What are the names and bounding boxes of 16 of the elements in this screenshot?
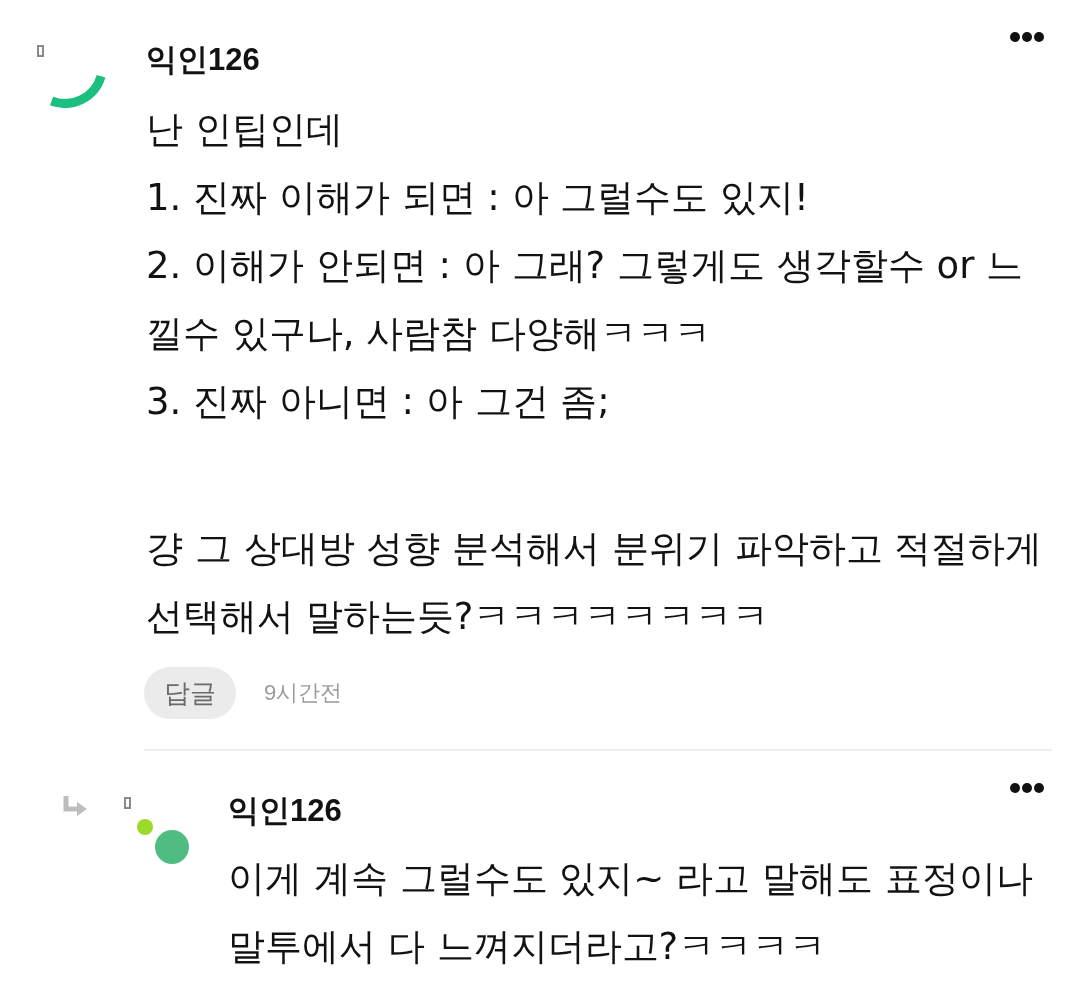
reply-arrow-icon (62, 794, 88, 819)
comment-text: 3. 진짜 아니면 : 아 그건 좀; (146, 379, 611, 425)
timestamp: 9시간전 (264, 679, 343, 707)
glyph-box-icon (37, 45, 44, 57)
glyph-box-icon (124, 797, 131, 809)
comment-text: 이게 계속 그럴수도 있지~ 라고 말해도 표정이나 말투에서 다 느껴지더라고?ㅋㅋㅋㅋ (228, 856, 1034, 970)
avatar-circles-icon (137, 819, 189, 864)
comment-text: 2. 이해가 안되면 : 아 그래? 그렇게도 생각할수 or 느낄수 있구나, 사람참 다양해ㅋㅋㅋ (146, 243, 1025, 357)
more-icon[interactable] (1009, 31, 1045, 43)
author-name: 익인126 (145, 41, 260, 79)
comment-text: 걍 그 상대방 성향 분석해서 분위기 파악하고 적절하게 선택해서 말하는듯?ㅋㅋㅋㅋㅋㅋㅋㅋ (146, 526, 1044, 640)
comment-text: 난 인팁인데 (146, 107, 344, 153)
comment-text: 1. 진짜 이해가 되면 : 아 그럴수도 있지! (146, 175, 810, 221)
reply-button[interactable]: 답글 (144, 667, 236, 719)
more-icon[interactable] (1009, 782, 1045, 794)
author-name: 익인126 (227, 792, 342, 830)
